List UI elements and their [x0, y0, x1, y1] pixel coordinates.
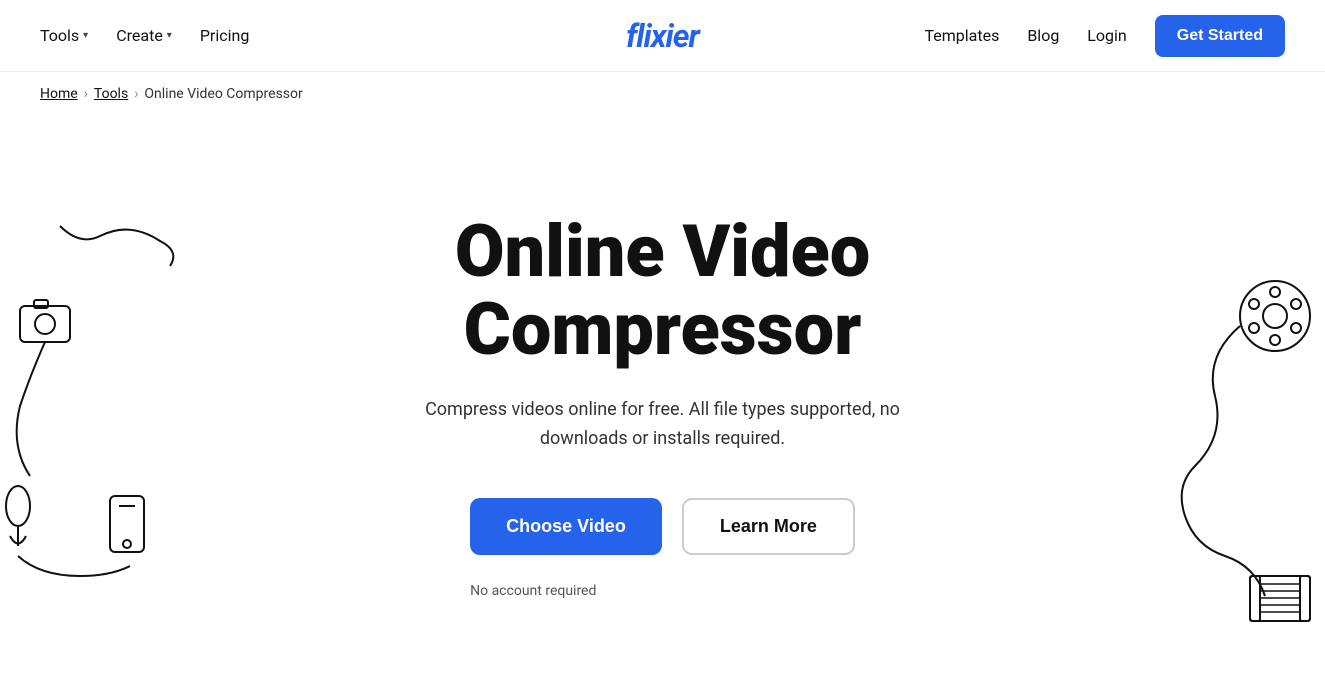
- no-account-text: No account required: [470, 583, 596, 599]
- hero-subtitle: Compress videos online for free. All fil…: [383, 396, 943, 454]
- breadcrumb-home[interactable]: Home: [40, 86, 78, 102]
- nav-create-label: Create: [116, 26, 163, 45]
- breadcrumb-sep-1: ›: [84, 86, 88, 102]
- breadcrumb: Home › Tools › Online Video Compressor: [0, 72, 1325, 116]
- hero-buttons: Choose Video Learn More No account requi…: [470, 498, 855, 599]
- nav-blog[interactable]: Blog: [1027, 26, 1059, 45]
- nav-templates[interactable]: Templates: [924, 26, 999, 45]
- nav-tools-label: Tools: [40, 26, 79, 45]
- nav-tools[interactable]: Tools ▾: [40, 26, 88, 45]
- nav-right: Templates Blog Login Get Started: [924, 15, 1285, 57]
- nav-create[interactable]: Create ▾: [116, 26, 172, 45]
- choose-video-button[interactable]: Choose Video: [470, 498, 662, 555]
- learn-more-button[interactable]: Learn More: [682, 498, 855, 555]
- nav-login[interactable]: Login: [1087, 26, 1126, 45]
- get-started-button[interactable]: Get Started: [1155, 15, 1285, 57]
- nav-pricing-label: Pricing: [200, 26, 250, 45]
- nav-pricing[interactable]: Pricing: [200, 26, 250, 45]
- hero-section: Online Video Compressor Compress videos …: [0, 116, 1325, 676]
- deco-left-illustration: [0, 216, 200, 596]
- hero-buttons-row: Choose Video Learn More: [470, 498, 855, 555]
- navbar: Tools ▾ Create ▾ Pricing flixier Templat…: [0, 0, 1325, 72]
- tools-chevron-icon: ▾: [83, 30, 88, 41]
- nav-left: Tools ▾ Create ▾ Pricing: [40, 26, 249, 45]
- deco-right-illustration: [1105, 236, 1325, 636]
- breadcrumb-current: Online Video Compressor: [144, 86, 302, 102]
- site-logo[interactable]: flixier: [626, 17, 699, 55]
- create-chevron-icon: ▾: [167, 30, 172, 41]
- hero-title: Online Video Compressor: [313, 213, 1013, 369]
- breadcrumb-tools[interactable]: Tools: [94, 86, 128, 102]
- breadcrumb-sep-2: ›: [134, 86, 138, 102]
